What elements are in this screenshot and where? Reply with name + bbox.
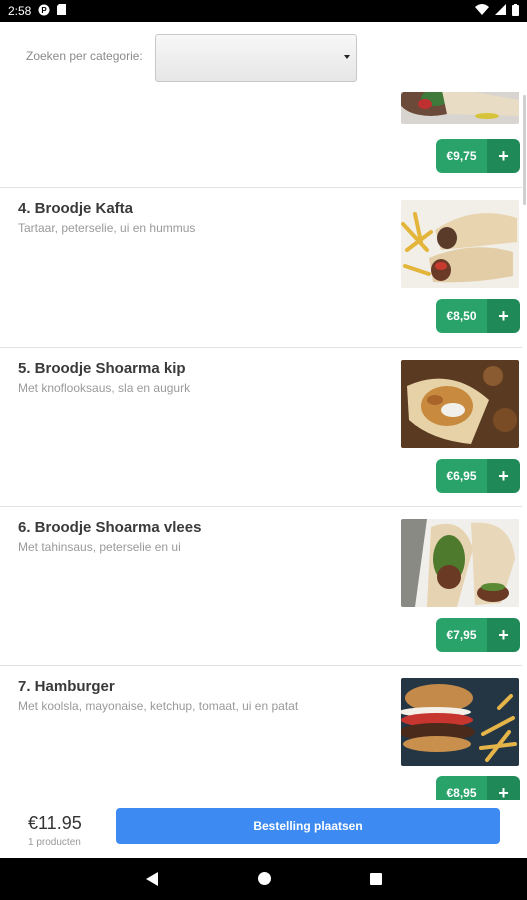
product-count: 1 producten	[28, 837, 81, 848]
product-list[interactable]: €9,75 + 4. Broodje Kafta Tartaar, peters…	[0, 92, 527, 800]
product-description: Tartaar, peterselie, ui en hummus	[18, 221, 196, 235]
p-logo-icon: P	[38, 4, 50, 19]
product-description: Met koolsla, mayonaise, ketchup, tomaat,…	[18, 699, 299, 713]
plus-icon: +	[487, 459, 520, 493]
plus-icon: +	[487, 299, 520, 333]
category-filter-bar: Zoeken per categorie:	[0, 22, 527, 92]
battery-icon	[512, 3, 519, 19]
product-name: 4. Broodje Kafta	[18, 200, 134, 217]
plus-icon: +	[487, 776, 520, 800]
back-icon[interactable]	[146, 872, 158, 891]
product-description: Met tahinsaus, peterselie en ui	[18, 540, 181, 554]
scrollbar[interactable]	[523, 95, 526, 205]
price-label: €7,95	[436, 618, 487, 652]
signal-icon	[495, 4, 506, 18]
hamburger-photo	[401, 678, 519, 766]
price-add-button[interactable]: €8,50 +	[436, 299, 520, 333]
price-add-button[interactable]: €6,95 +	[436, 459, 520, 493]
plus-icon: +	[487, 139, 520, 173]
product-name: 6. Broodje Shoarma vlees	[18, 519, 202, 536]
category-select[interactable]	[155, 34, 357, 82]
clock-time: 2:58	[8, 4, 32, 18]
product-item: €9,75 +	[0, 92, 522, 188]
price-label: €8,95	[436, 776, 487, 800]
category-filter-label: Zoeken per categorie:	[26, 49, 143, 63]
product-item: 7. Hamburger Met koolsla, mayonaise, ket…	[0, 666, 522, 800]
price-label: €9,75	[436, 139, 487, 173]
sim-card-icon	[57, 4, 67, 18]
status-right	[475, 3, 519, 19]
price-add-button[interactable]: €9,75 +	[436, 139, 520, 173]
product-item: 4. Broodje Kafta Tartaar, peterselie, ui…	[0, 188, 522, 348]
order-footer: €11.95 1 producten Bestelling plaatsen	[0, 800, 527, 858]
wifi-icon	[475, 4, 489, 18]
chicken-shoarma-photo	[401, 360, 519, 448]
order-total: €11.95	[28, 813, 82, 833]
kafta-wrap-photo	[401, 200, 519, 288]
recent-apps-icon[interactable]	[370, 873, 382, 885]
price-label: €6,95	[436, 459, 487, 493]
navigation-bar	[0, 858, 527, 900]
product-name: 7. Hamburger	[18, 678, 115, 695]
price-label: €8,50	[436, 299, 487, 333]
place-order-button[interactable]: Bestelling plaatsen	[116, 808, 500, 844]
svg-text:P: P	[42, 6, 48, 15]
product-description: Met knoflooksaus, sla en augurk	[18, 381, 191, 395]
product-item: 5. Broodje Shoarma kip Met knoflooksaus,…	[0, 348, 522, 507]
product-name: 5. Broodje Shoarma kip	[18, 360, 186, 377]
wrap-photo	[401, 92, 519, 124]
home-icon[interactable]	[258, 872, 271, 885]
product-item: 6. Broodje Shoarma vlees Met tahinsaus, …	[0, 507, 522, 666]
meat-shoarma-photo	[401, 519, 519, 607]
price-add-button[interactable]: €8,95 +	[436, 776, 520, 800]
plus-icon: +	[487, 618, 520, 652]
price-add-button[interactable]: €7,95 +	[436, 618, 520, 652]
status-bar: 2:58 P	[0, 0, 527, 22]
status-left: 2:58 P	[8, 4, 67, 19]
dropdown-arrow-icon	[344, 55, 350, 59]
